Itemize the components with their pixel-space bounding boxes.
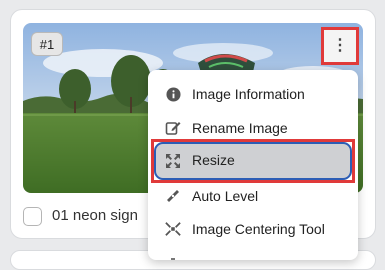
image-select-checkbox[interactable] <box>23 207 42 226</box>
level-icon <box>165 188 181 204</box>
image-index-badge: #1 <box>31 32 63 56</box>
menu-item-auto-level[interactable]: Auto Level <box>148 180 358 212</box>
info-circle-icon <box>165 86 181 102</box>
kebab-vertical-icon: ⋮ <box>332 37 348 54</box>
centering-icon <box>165 221 181 237</box>
menu-item-image-centering-tool[interactable]: Image Centering Tool <box>148 213 358 245</box>
menu-item-label: Rename Image <box>192 120 288 136</box>
image-menu-button[interactable]: ⋮ <box>321 27 359 65</box>
edit-icon <box>165 120 181 136</box>
menu-item-label: Image Centering Tool <box>192 221 325 237</box>
menu-item-label: Image Information <box>192 86 305 102</box>
resize-icon <box>165 153 181 169</box>
more-icon <box>165 252 181 260</box>
menu-item-resize[interactable]: Resize <box>148 145 358 177</box>
menu-item-image-information[interactable]: Image Information <box>148 78 358 110</box>
image-name-label: 01 neon sign <box>52 207 138 224</box>
menu-item-label: Resize <box>192 152 235 168</box>
menu-item-label: Auto Level <box>192 188 259 204</box>
